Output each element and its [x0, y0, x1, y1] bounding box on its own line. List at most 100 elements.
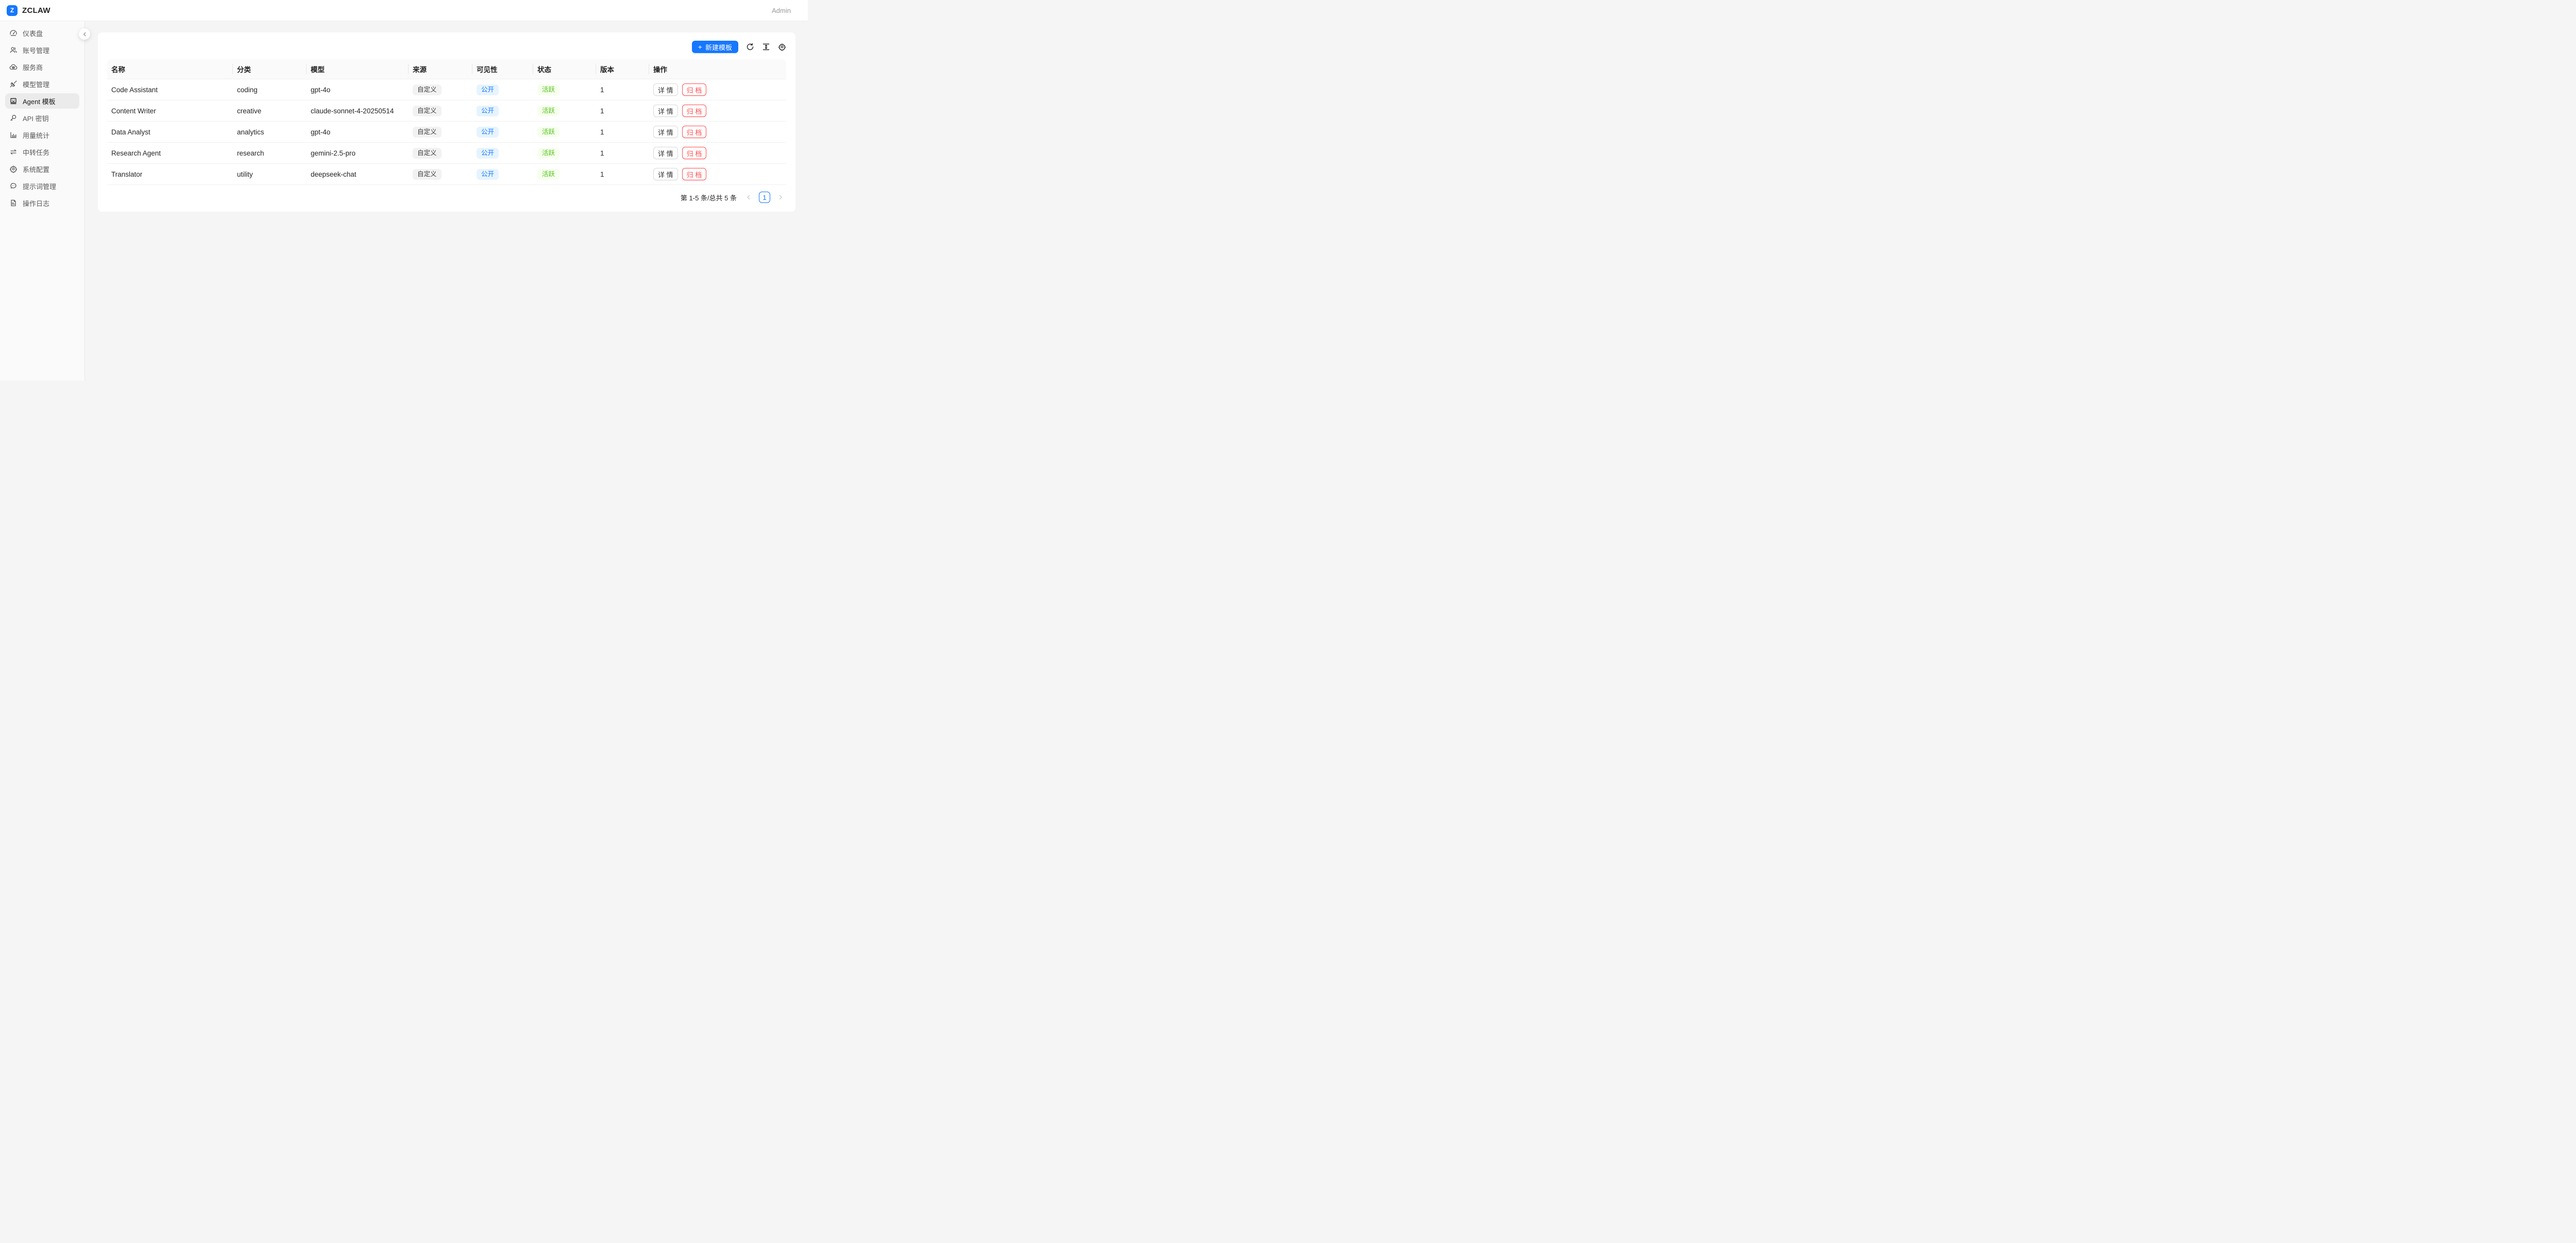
sidebar-item-label: 用量统计	[23, 130, 49, 140]
status-badge: 活跃	[537, 169, 560, 180]
main-content: + 新建模板	[85, 21, 808, 381]
detail-button[interactable]: 详 情	[653, 105, 678, 117]
cell-name: Data Analyst	[107, 122, 233, 143]
cell-version: 1	[596, 122, 649, 143]
sidebar-item-label: 操作日志	[23, 198, 49, 208]
swap-arrows-icon	[9, 148, 18, 156]
sidebar-item-label: 仪表盘	[23, 28, 43, 38]
chevron-right-icon	[778, 195, 783, 200]
source-badge: 自定义	[413, 148, 442, 159]
sidebar-item-label: 账号管理	[23, 45, 49, 55]
table-row: Research Agent research gemini-2.5-pro 自…	[107, 143, 786, 164]
sidebar: 仪表盘 账号管理 服务商 模型管理 Agent 模板	[0, 21, 85, 381]
sidebar-item-models[interactable]: 模型管理	[5, 76, 79, 92]
cell-category: creative	[233, 100, 307, 122]
sidebar-item-operation-logs[interactable]: 操作日志	[5, 195, 79, 211]
visibility-badge: 公开	[477, 106, 499, 116]
new-template-label: 新建模板	[705, 42, 732, 52]
table-header-row: 名称 分类 模型 来源 可见性 状态 版本 操作	[107, 59, 786, 79]
archive-button[interactable]: 归 档	[682, 168, 707, 180]
cell-name: Content Writer	[107, 100, 233, 122]
reload-icon	[746, 43, 754, 51]
sidebar-item-dashboard[interactable]: 仪表盘	[5, 25, 79, 41]
sidebar-item-label: 模型管理	[23, 79, 49, 89]
sidebar-collapse-button[interactable]	[79, 28, 90, 40]
column-header-category: 分类	[233, 59, 307, 79]
detail-button[interactable]: 详 情	[653, 147, 678, 159]
pagination-page-1[interactable]: 1	[759, 192, 770, 203]
agent-template-card: + 新建模板	[98, 32, 795, 212]
sidebar-item-relay-tasks[interactable]: 中转任务	[5, 144, 79, 160]
cell-version: 1	[596, 100, 649, 122]
archive-button[interactable]: 归 档	[682, 126, 707, 138]
sidebar-item-usage-stats[interactable]: 用量统计	[5, 127, 79, 143]
sidebar-item-accounts[interactable]: 账号管理	[5, 42, 79, 58]
archive-button[interactable]: 归 档	[682, 83, 707, 96]
chevron-left-icon	[746, 195, 751, 200]
density-button[interactable]	[761, 43, 770, 52]
cell-model: deepseek-chat	[307, 164, 409, 185]
cell-category: research	[233, 143, 307, 164]
table-row: Translator utility deepseek-chat 自定义 公开 …	[107, 164, 786, 185]
status-badge: 活跃	[537, 148, 560, 159]
sidebar-item-label: 系统配置	[23, 164, 49, 174]
sidebar-item-system-config[interactable]: 系统配置	[5, 161, 79, 177]
cell-version: 1	[596, 79, 649, 100]
sidebar-item-prompt-management[interactable]: 提示词管理	[5, 178, 79, 194]
gear-icon	[778, 43, 786, 51]
sidebar-item-agent-templates[interactable]: Agent 模板	[5, 93, 79, 109]
table-row: Content Writer creative claude-sonnet-4-…	[107, 100, 786, 122]
cell-model: gpt-4o	[307, 122, 409, 143]
detail-button[interactable]: 详 情	[653, 168, 678, 180]
brand-logo-icon: Z	[7, 5, 18, 16]
source-badge: 自定义	[413, 84, 442, 95]
sidebar-item-label: 中转任务	[23, 147, 49, 157]
sidebar-item-api-keys[interactable]: API 密钥	[5, 110, 79, 126]
archive-button[interactable]: 归 档	[682, 147, 707, 159]
chevron-left-icon	[82, 32, 87, 37]
visibility-badge: 公开	[477, 169, 499, 180]
document-icon	[9, 199, 18, 207]
users-icon	[9, 46, 18, 54]
cell-version: 1	[596, 143, 649, 164]
cell-name: Translator	[107, 164, 233, 185]
brand-name: ZCLAW	[22, 6, 50, 15]
cloud-icon	[9, 63, 18, 71]
gear-icon	[9, 165, 18, 173]
pagination-next-button[interactable]	[775, 192, 786, 203]
source-badge: 自定义	[413, 169, 442, 180]
status-badge: 活跃	[537, 84, 560, 95]
archive-button[interactable]: 归 档	[682, 105, 707, 117]
bar-chart-icon	[9, 131, 18, 139]
column-settings-button[interactable]	[777, 43, 786, 52]
column-header-version: 版本	[596, 59, 649, 79]
brand: Z ZCLAW	[7, 5, 50, 16]
detail-button[interactable]: 详 情	[653, 126, 678, 138]
dashboard-gauge-icon	[9, 29, 18, 37]
visibility-badge: 公开	[477, 84, 499, 95]
agent-template-table: 名称 分类 模型 来源 可见性 状态 版本 操作 Code Assistant …	[107, 59, 786, 185]
pagination-summary: 第 1-5 条/总共 5 条	[681, 193, 737, 202]
visibility-badge: 公开	[477, 127, 499, 138]
sidebar-item-label: API 密钥	[23, 113, 49, 123]
cell-name: Code Assistant	[107, 79, 233, 100]
cell-category: analytics	[233, 122, 307, 143]
plus-icon: +	[698, 43, 702, 50]
column-header-visibility: 可见性	[472, 59, 533, 79]
column-header-model: 模型	[307, 59, 409, 79]
table-row: Code Assistant coding gpt-4o 自定义 公开 活跃 1…	[107, 79, 786, 100]
robot-icon	[9, 97, 18, 105]
chat-bubble-icon	[9, 182, 18, 190]
sidebar-item-providers[interactable]: 服务商	[5, 59, 79, 75]
cell-category: coding	[233, 79, 307, 100]
cell-name: Research Agent	[107, 143, 233, 164]
source-badge: 自定义	[413, 127, 442, 138]
column-header-status: 状态	[533, 59, 596, 79]
user-name[interactable]: Admin	[772, 7, 791, 14]
status-badge: 活跃	[537, 106, 560, 116]
detail-button[interactable]: 详 情	[653, 83, 678, 96]
reload-button[interactable]	[745, 43, 754, 52]
cell-model: claude-sonnet-4-20250514	[307, 100, 409, 122]
new-template-button[interactable]: + 新建模板	[692, 41, 738, 53]
pagination-prev-button[interactable]	[743, 192, 754, 203]
